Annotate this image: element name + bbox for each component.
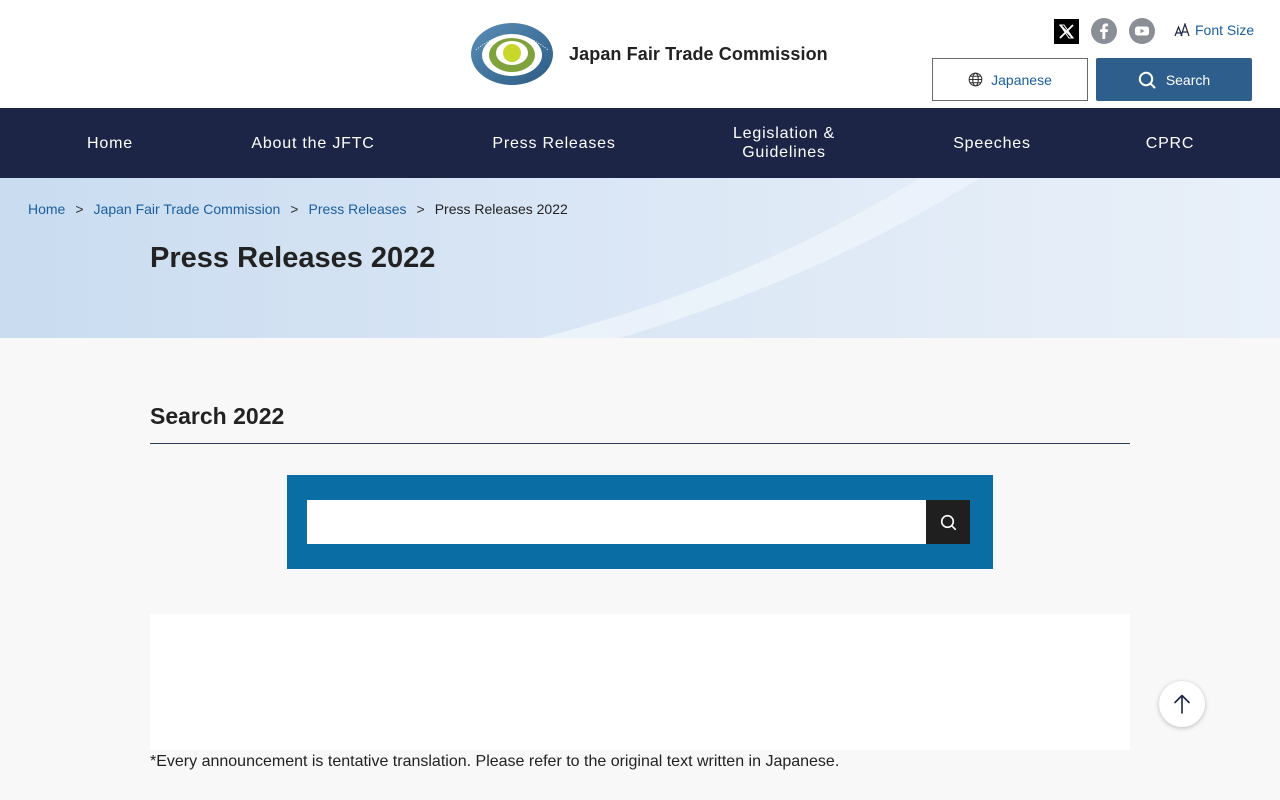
facebook-icon[interactable]: [1091, 18, 1117, 44]
breadcrumb-separator: >: [75, 201, 84, 217]
jftc-logo: [471, 23, 553, 85]
breadcrumb-separator: >: [416, 201, 425, 217]
breadcrumb: Home > Japan Fair Trade Commission > Pre…: [28, 201, 568, 217]
breadcrumb-current: Press Releases 2022: [434, 201, 568, 217]
page-title: Press Releases 2022: [150, 242, 436, 274]
social-links: [1054, 18, 1155, 44]
nav-item-cprc[interactable]: CPRC: [1120, 108, 1220, 178]
nav-item-about[interactable]: About the JFTC: [233, 108, 393, 178]
font-size-icon: [1174, 23, 1190, 37]
page-hero: Home > Japan Fair Trade Commission > Pre…: [0, 178, 1280, 338]
search-icon: [940, 514, 956, 530]
language-button[interactable]: Japanese: [932, 58, 1088, 101]
nav-item-press-releases[interactable]: Press Releases: [474, 108, 634, 178]
site-brand[interactable]: Japan Fair Trade Commission: [470, 22, 828, 86]
main-nav: Home About the JFTC Press Releases Legis…: [0, 108, 1280, 178]
breadcrumb-press-releases[interactable]: Press Releases: [308, 201, 406, 217]
search-input[interactable]: [307, 500, 926, 544]
breadcrumb-jftc[interactable]: Japan Fair Trade Commission: [94, 201, 281, 217]
nav-item-home[interactable]: Home: [50, 108, 170, 178]
font-size-control[interactable]: Font Size: [1174, 22, 1254, 38]
translation-note: *Every announcement is tentative transla…: [150, 753, 840, 770]
site-header: Japan Fair Trade Commission Font Size Ja…: [0, 0, 1280, 108]
globe-icon: [968, 72, 983, 87]
search-submit-button[interactable]: [926, 500, 970, 544]
search-section-title: Search 2022: [150, 403, 285, 429]
site-search-button-label: Search: [1165, 71, 1211, 88]
back-to-top-button[interactable]: [1159, 681, 1205, 727]
nav-item-legislation[interactable]: Legislation & Guidelines: [714, 108, 854, 178]
search-panel: [287, 475, 993, 569]
font-size-label: Font Size: [1195, 22, 1255, 38]
nav-item-speeches[interactable]: Speeches: [932, 108, 1052, 178]
youtube-icon[interactable]: [1129, 18, 1155, 44]
breadcrumb-separator: >: [290, 201, 299, 217]
results-panel: [150, 614, 1130, 750]
search-icon: [1138, 71, 1156, 88]
x-icon[interactable]: [1054, 18, 1079, 44]
section-divider: [150, 443, 1130, 444]
breadcrumb-home[interactable]: Home: [28, 201, 65, 217]
arrow-up-icon: [1174, 694, 1190, 714]
site-search-button[interactable]: Search: [1096, 58, 1252, 101]
language-button-label: Japanese: [991, 71, 1052, 88]
site-name: Japan Fair Trade Commission: [569, 43, 828, 64]
